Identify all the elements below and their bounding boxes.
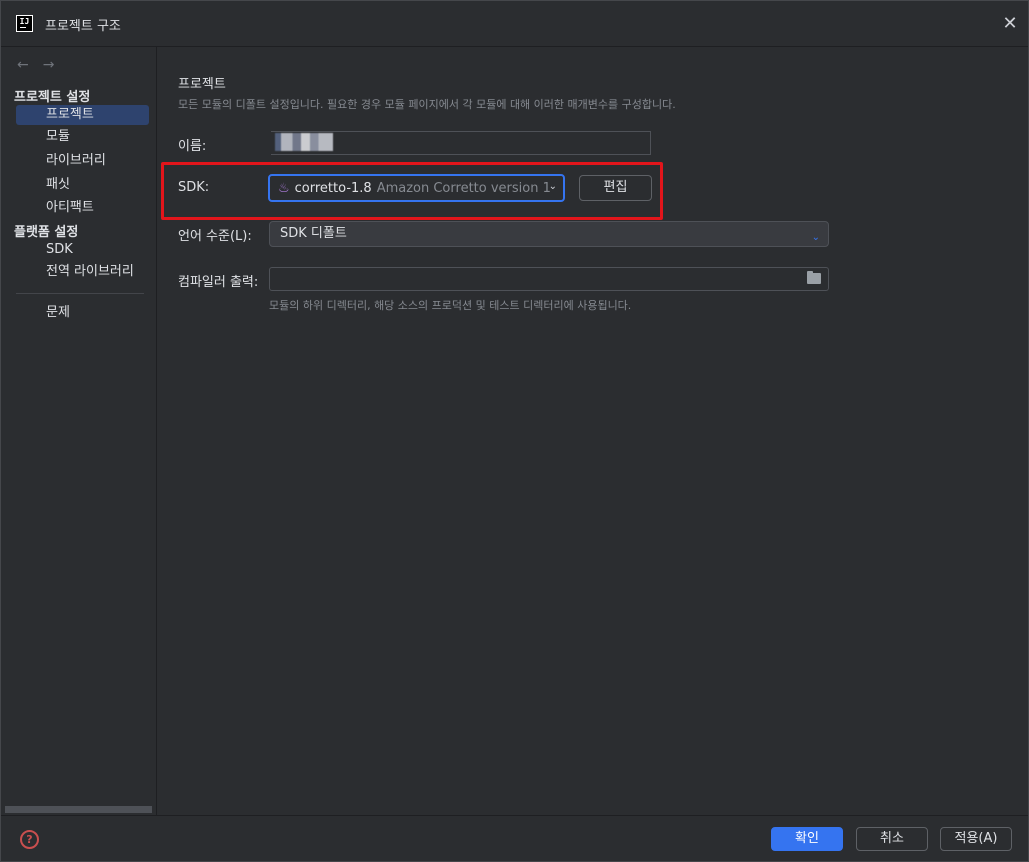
- ok-button[interactable]: 확인: [771, 827, 843, 851]
- compiler-output-field[interactable]: [269, 267, 829, 291]
- main-panel: 프로젝트 모든 모듈의 디폴트 설정입니다. 필요한 경우 모듈 페이지에서 각…: [158, 47, 1028, 815]
- compiler-output-label: 컴파일러 출력:: [178, 275, 259, 290]
- intellij-app-icon: IJ: [16, 15, 33, 32]
- sdk-description: Amazon Corretto version 1: [376, 180, 551, 196]
- sidebar-item-facets[interactable]: 패싯: [16, 175, 149, 195]
- dialog-footer: ? 확인 취소 적용(A): [1, 815, 1028, 861]
- sidebar-item-sdk[interactable]: SDK: [16, 240, 149, 260]
- language-level-value: SDK 디폴트: [280, 226, 347, 241]
- close-icon[interactable]: ✕: [1002, 15, 1018, 33]
- chevron-down-icon: ⌄: [548, 181, 557, 192]
- section-platform-settings: 플랫폼 설정: [14, 225, 79, 240]
- language-level-label: 언어 수준(L):: [178, 229, 252, 244]
- compiler-output-hint: 모듈의 하위 디렉터리, 해당 소스의 프로덕션 및 테스트 디렉터리에 사용됩…: [269, 299, 632, 312]
- sidebar-item-modules[interactable]: 모듈: [16, 127, 149, 147]
- help-icon[interactable]: ?: [20, 830, 39, 849]
- sidebar: ← → 프로젝트 설정 프로젝트 모듈 라이브러리 패싯 아티팩트 플랫폼 설정…: [1, 47, 157, 815]
- project-name-redacted: [275, 133, 333, 151]
- sidebar-item-global-libraries[interactable]: 전역 라이브러리: [16, 262, 149, 282]
- page-description: 모든 모듈의 디폴트 설정입니다. 필요한 경우 모듈 페이지에서 각 모듈에 …: [178, 98, 676, 111]
- cancel-button[interactable]: 취소: [856, 827, 928, 851]
- title-bar: IJ 프로젝트 구조 ✕: [1, 1, 1028, 47]
- sdk-label: SDK:: [178, 180, 210, 195]
- java-icon: ♨: [278, 180, 290, 196]
- forward-arrow-icon[interactable]: →: [43, 57, 55, 73]
- section-project-settings: 프로젝트 설정: [14, 90, 91, 105]
- back-arrow-icon[interactable]: ←: [17, 57, 29, 73]
- sidebar-item-project[interactable]: 프로젝트: [16, 105, 149, 125]
- sidebar-scrollbar[interactable]: [5, 806, 152, 813]
- page-title: 프로젝트: [178, 77, 226, 92]
- apply-button[interactable]: 적용(A): [940, 827, 1012, 851]
- project-structure-dialog: IJ 프로젝트 구조 ✕ ← → 프로젝트 설정 프로젝트 모듈 라이브러리 패…: [0, 0, 1029, 862]
- folder-icon[interactable]: [807, 271, 821, 284]
- sdk-name: corretto-1.8: [294, 180, 372, 196]
- name-label: 이름:: [178, 139, 207, 154]
- edit-sdk-button[interactable]: 편집: [579, 175, 652, 201]
- sidebar-item-libraries[interactable]: 라이브러리: [16, 151, 149, 171]
- sdk-dropdown[interactable]: ♨ corretto-1.8 Amazon Corretto version 1…: [268, 174, 565, 202]
- chevron-down-icon: ⌄: [811, 232, 820, 243]
- window-title: 프로젝트 구조: [45, 19, 121, 34]
- language-level-dropdown[interactable]: SDK 디폴트 ⌄: [269, 221, 829, 247]
- sidebar-divider: [16, 293, 144, 294]
- sidebar-item-artifacts[interactable]: 아티팩트: [16, 198, 149, 218]
- sidebar-item-problems[interactable]: 문제: [16, 303, 149, 323]
- nav-arrows: ← →: [17, 57, 54, 73]
